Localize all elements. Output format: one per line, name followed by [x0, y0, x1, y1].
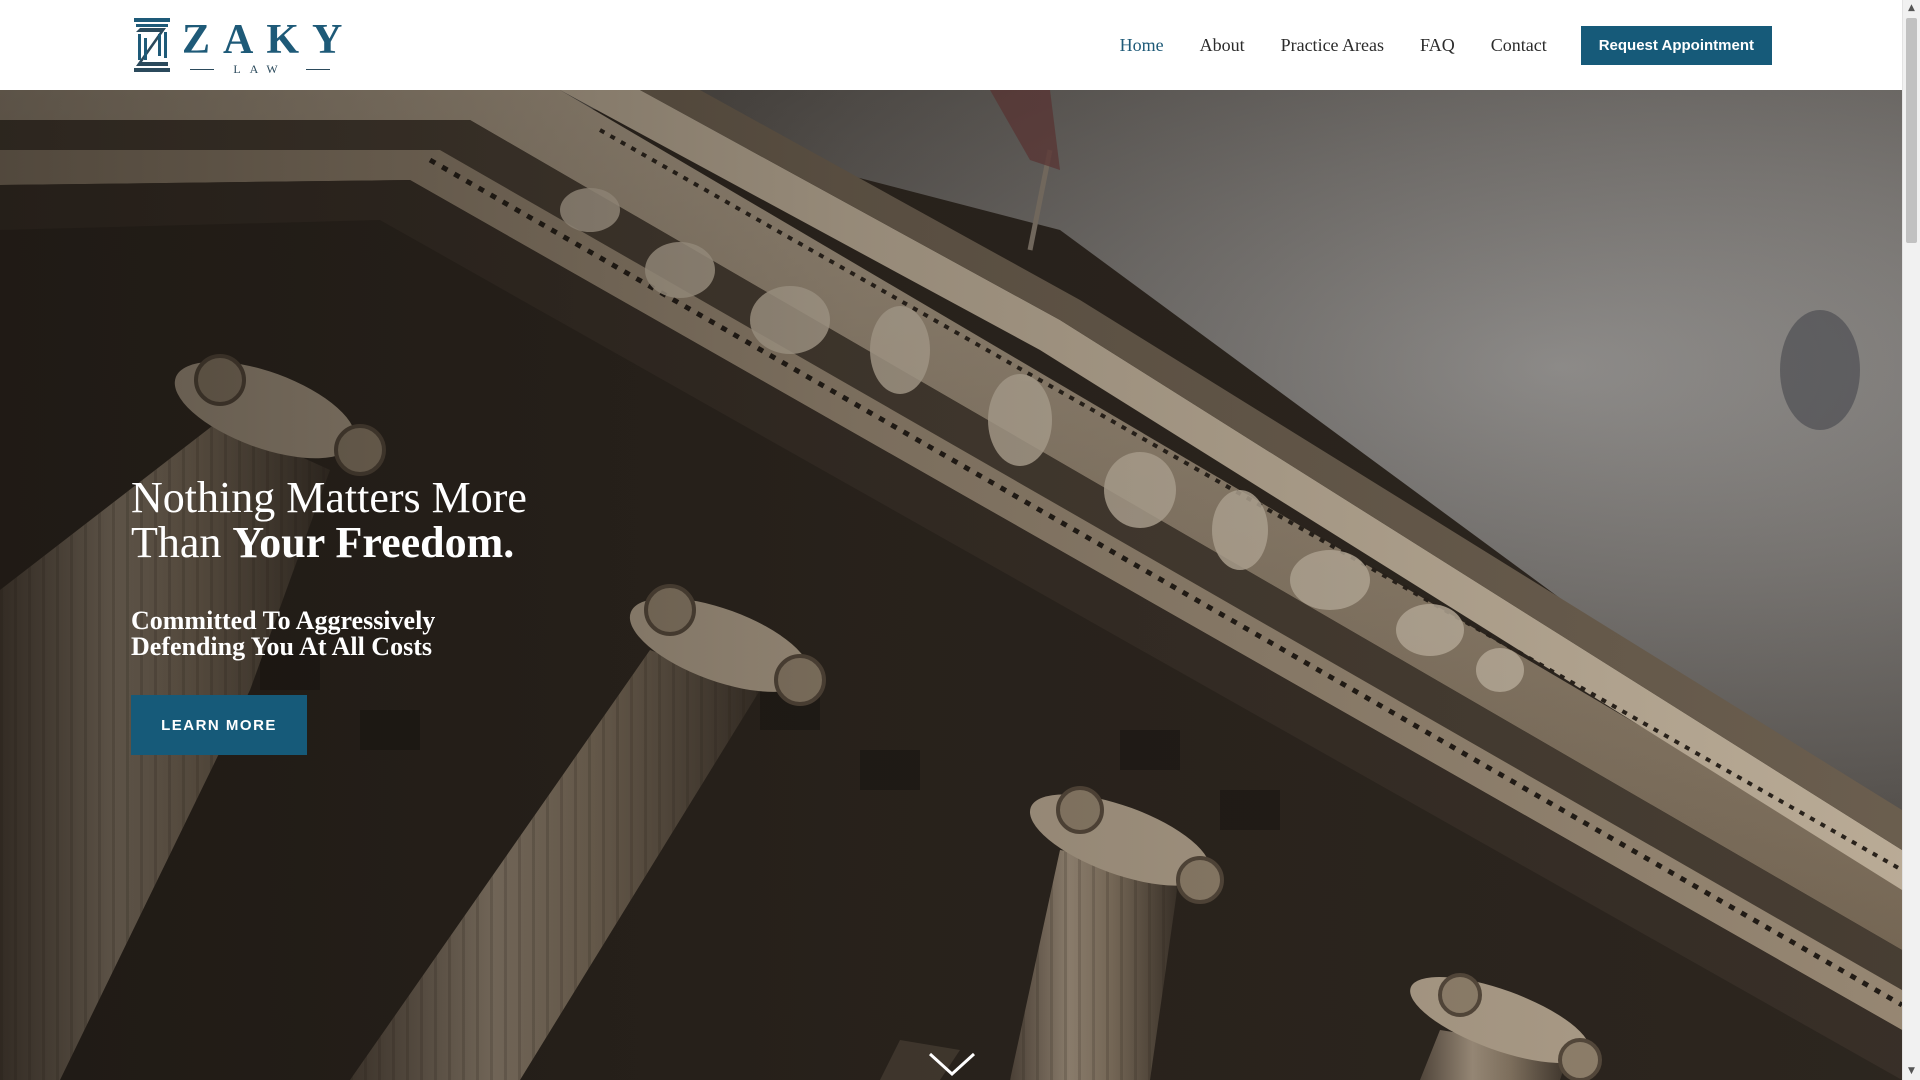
page-scrollbar[interactable]: ▲ ▼	[1902, 0, 1920, 1080]
logo[interactable]: ZAKY LAW	[132, 16, 342, 76]
nav-item-practice-areas[interactable]: Practice Areas	[1281, 35, 1384, 56]
nav-item-home[interactable]: Home	[1120, 35, 1164, 56]
nav-item-faq[interactable]: FAQ	[1420, 35, 1455, 56]
nav-item-contact[interactable]: Contact	[1491, 35, 1547, 56]
logo-subtitle: LAW	[190, 62, 330, 76]
main-nav: Home About Practice Areas FAQ Contact Re…	[1084, 0, 1902, 90]
scroll-up-arrow-icon[interactable]: ▲	[1903, 0, 1920, 17]
hero-title-line2-plain: Than	[131, 518, 233, 567]
hero-overlay	[0, 90, 1902, 1080]
hero-subtitle: Committed To Aggressively Defending You …	[131, 608, 531, 660]
scrollbar-thumb[interactable]	[1906, 18, 1917, 243]
chevron-down-icon[interactable]	[928, 1050, 976, 1078]
scroll-down-arrow-icon[interactable]: ▼	[1903, 1063, 1920, 1080]
logo-wordmark: ZAKY	[182, 17, 356, 63]
hero-subtitle-line2: Defending You At All Costs	[131, 632, 432, 661]
request-appointment-button[interactable]: Request Appointment	[1580, 25, 1772, 65]
hero-title-line1: Nothing Matters More	[131, 473, 527, 522]
site-header: ZAKY LAW Home About Practice Areas FAQ C…	[0, 0, 1902, 90]
hero-title-line2-bold: Your Freedom.	[232, 518, 515, 567]
hero-title: Nothing Matters More Than Your Freedom.	[131, 475, 731, 565]
learn-more-button[interactable]: LEARN MORE	[131, 695, 307, 755]
hero-section: Nothing Matters More Than Your Freedom. …	[0, 90, 1902, 1080]
nav-item-about[interactable]: About	[1200, 35, 1245, 56]
logo-pillar-icon	[134, 18, 170, 72]
hero-subtitle-line1: Committed To Aggressively	[131, 606, 436, 635]
